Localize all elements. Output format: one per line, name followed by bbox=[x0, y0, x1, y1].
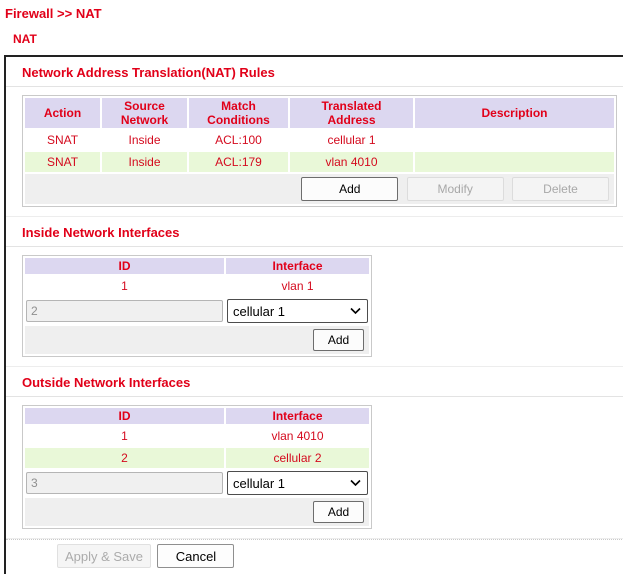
table-row: 1 vlan 1 bbox=[25, 276, 369, 296]
modify-rule-button: Modify bbox=[407, 177, 504, 201]
section-nat-rules: Network Address Translation(NAT) Rules A… bbox=[6, 57, 623, 217]
cell-interface: cellular 2 bbox=[226, 448, 369, 468]
cell-action: SNAT bbox=[25, 130, 100, 150]
cell-translated-address: cellular 1 bbox=[290, 130, 413, 150]
title-divider bbox=[6, 246, 623, 247]
inside-interface-select[interactable]: cellular 1 bbox=[227, 299, 368, 323]
section-outside-interfaces: Outside Network Interfaces ID Interface … bbox=[6, 367, 623, 539]
cell-interface: vlan 1 bbox=[226, 276, 369, 296]
inside-button-row: Add bbox=[25, 326, 369, 354]
cell-id: 2 bbox=[25, 448, 224, 468]
column-header-source-network: SourceNetwork bbox=[102, 98, 187, 128]
cell-interface: vlan 4010 bbox=[226, 426, 369, 446]
column-header-interface: Interface bbox=[226, 258, 369, 274]
cell-description bbox=[415, 152, 614, 172]
column-header-interface: Interface bbox=[226, 408, 369, 424]
add-inside-interface-button[interactable]: Add bbox=[313, 329, 364, 351]
outside-interface-select[interactable]: cellular 1 bbox=[227, 471, 368, 495]
table-row[interactable]: SNAT Inside ACL:179 vlan 4010 bbox=[25, 152, 614, 172]
column-header-description: Description bbox=[415, 98, 614, 128]
inside-header-row: ID Interface bbox=[25, 258, 369, 274]
cell-match-conditions: ACL:179 bbox=[189, 152, 288, 172]
cell-id: 1 bbox=[25, 426, 224, 446]
add-outside-interface-button[interactable]: Add bbox=[313, 501, 364, 523]
table-row: 1 vlan 4010 bbox=[25, 426, 369, 446]
outside-button-row: Add bbox=[25, 498, 369, 526]
inside-interfaces-table: ID Interface 1 vlan 1 cellular 1 bbox=[22, 255, 372, 357]
section-title-nat-rules: Network Address Translation(NAT) Rules bbox=[22, 65, 623, 80]
inside-new-entry-row: cellular 1 bbox=[25, 298, 369, 324]
column-header-action: Action bbox=[25, 98, 100, 128]
nat-rules-table: Action SourceNetwork MatchConditions Tra… bbox=[22, 95, 617, 207]
outside-new-entry-row: cellular 1 bbox=[25, 470, 369, 496]
cell-source-network: Inside bbox=[102, 152, 187, 172]
cell-match-conditions: ACL:100 bbox=[189, 130, 288, 150]
delete-rule-button: Delete bbox=[512, 177, 609, 201]
table-row[interactable]: SNAT Inside ACL:100 cellular 1 bbox=[25, 130, 614, 150]
cell-id: 1 bbox=[25, 276, 224, 296]
section-inside-interfaces: Inside Network Interfaces ID Interface 1… bbox=[6, 217, 623, 367]
section-title-inside-interfaces: Inside Network Interfaces bbox=[22, 225, 623, 240]
title-divider bbox=[6, 86, 623, 87]
apply-save-button: Apply & Save bbox=[57, 544, 151, 568]
column-header-id: ID bbox=[25, 408, 224, 424]
column-header-translated-address: TranslatedAddress bbox=[290, 98, 413, 128]
column-header-id: ID bbox=[25, 258, 224, 274]
column-header-match-conditions: MatchConditions bbox=[189, 98, 288, 128]
nat-rules-header-row: Action SourceNetwork MatchConditions Tra… bbox=[25, 98, 614, 128]
section-title-outside-interfaces: Outside Network Interfaces bbox=[22, 375, 623, 390]
table-row: 2 cellular 2 bbox=[25, 448, 369, 468]
footer-actions: Apply & Save Cancel bbox=[6, 539, 623, 574]
inside-id-input bbox=[26, 300, 223, 322]
cell-source-network: Inside bbox=[102, 130, 187, 150]
breadcrumb: Firewall >> NAT bbox=[0, 0, 623, 21]
add-rule-button[interactable]: Add bbox=[301, 177, 398, 201]
outside-id-input bbox=[26, 472, 223, 494]
nat-rules-button-row: Add Modify Delete bbox=[25, 174, 614, 204]
outside-header-row: ID Interface bbox=[25, 408, 369, 424]
title-divider bbox=[6, 396, 623, 397]
outside-interfaces-table: ID Interface 1 vlan 4010 2 cellular 2 ce… bbox=[22, 405, 372, 529]
cell-translated-address: vlan 4010 bbox=[290, 152, 413, 172]
nat-settings-panel: Network Address Translation(NAT) Rules A… bbox=[4, 55, 623, 574]
tab-nat[interactable]: NAT bbox=[13, 32, 623, 46]
cell-description bbox=[415, 130, 614, 150]
cell-action: SNAT bbox=[25, 152, 100, 172]
cancel-button[interactable]: Cancel bbox=[157, 544, 234, 568]
